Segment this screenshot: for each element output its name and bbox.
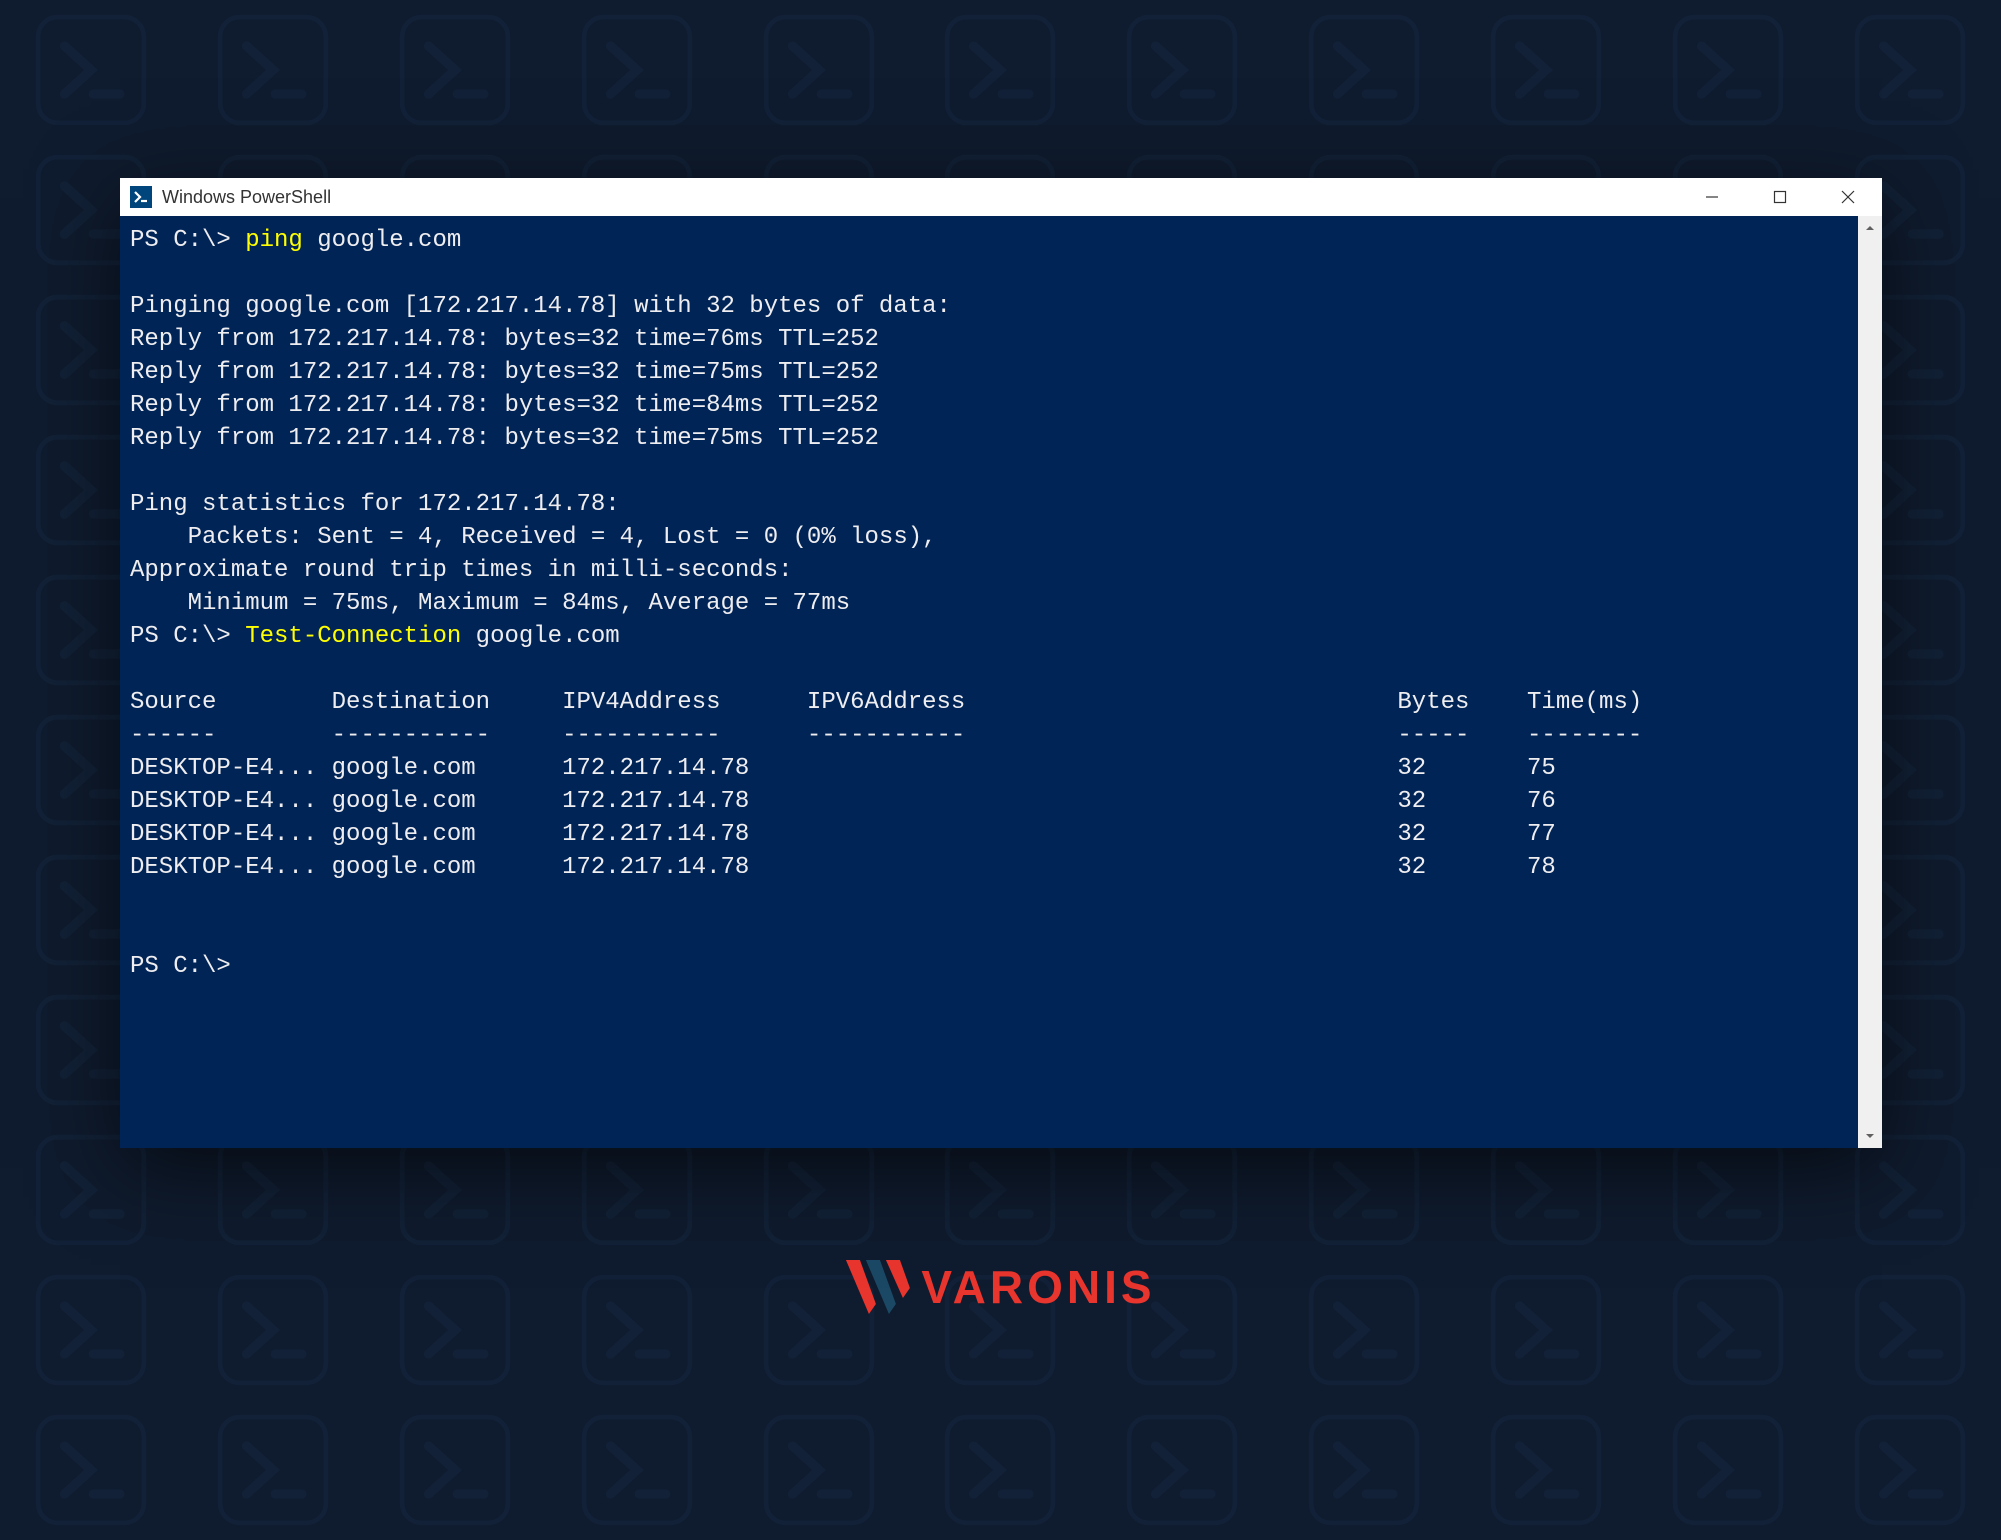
ping-reply: Reply from 172.217.14.78: bytes=32 time=…	[130, 326, 879, 353]
ping-stats-packets: Packets: Sent = 4, Received = 4, Lost = …	[130, 524, 937, 551]
table-row: DESKTOP-E4... google.com 172.217.14.78 3…	[130, 854, 1556, 881]
powershell-window: Windows PowerShell PS C:\> ping google.c…	[120, 178, 1882, 1148]
table-row: DESKTOP-E4... google.com 172.217.14.78 3…	[130, 821, 1556, 848]
ping-output-header: Pinging google.com [172.217.14.78] with …	[130, 293, 951, 320]
prompt: PS C:\>	[130, 623, 245, 650]
powershell-icon	[130, 186, 152, 208]
prompt: PS C:\>	[130, 227, 245, 254]
window-controls	[1678, 178, 1882, 216]
titlebar[interactable]: Windows PowerShell	[120, 178, 1882, 216]
maximize-button[interactable]	[1746, 178, 1814, 216]
scroll-up-icon[interactable]	[1858, 216, 1882, 240]
window-title: Windows PowerShell	[162, 187, 1678, 208]
logo-text: VARONIS	[921, 1260, 1155, 1314]
close-button[interactable]	[1814, 178, 1882, 216]
table-row: DESKTOP-E4... google.com 172.217.14.78 3…	[130, 755, 1556, 782]
minimize-button[interactable]	[1678, 178, 1746, 216]
ping-rtt: Minimum = 75ms, Maximum = 84ms, Average …	[130, 590, 850, 617]
terminal-area: PS C:\> ping google.com Pinging google.c…	[120, 216, 1882, 1148]
varonis-logo: VARONIS	[845, 1260, 1155, 1314]
terminal-output[interactable]: PS C:\> ping google.com Pinging google.c…	[120, 216, 1858, 1148]
scrollbar[interactable]	[1858, 216, 1882, 1148]
ping-reply: Reply from 172.217.14.78: bytes=32 time=…	[130, 425, 879, 452]
prompt: PS C:\>	[130, 953, 231, 980]
table-header: Source Destination IPV4Address IPV6Addre…	[130, 689, 1642, 716]
scroll-down-icon[interactable]	[1858, 1124, 1882, 1148]
ping-reply: Reply from 172.217.14.78: bytes=32 time=…	[130, 392, 879, 419]
command-arg: google.com	[303, 227, 461, 254]
scroll-track[interactable]	[1858, 240, 1882, 1124]
table-row: DESKTOP-E4... google.com 172.217.14.78 3…	[130, 788, 1556, 815]
command-test-connection: Test-Connection	[245, 623, 461, 650]
ping-rtt-header: Approximate round trip times in milli-se…	[130, 557, 793, 584]
command-arg: google.com	[461, 623, 619, 650]
logo-mark-icon	[845, 1260, 909, 1314]
ping-stats-header: Ping statistics for 172.217.14.78:	[130, 491, 620, 518]
ping-reply: Reply from 172.217.14.78: bytes=32 time=…	[130, 359, 879, 386]
table-divider: ------ ----------- ----------- ---------…	[130, 722, 1642, 749]
command-ping: ping	[245, 227, 303, 254]
